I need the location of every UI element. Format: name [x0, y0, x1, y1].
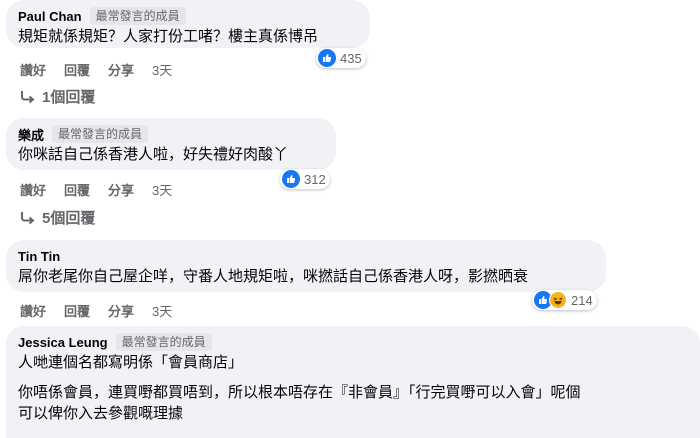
- author-name[interactable]: Paul Chan: [18, 9, 82, 24]
- comment-text: 屌你老尾你自己屋企咩，守番人地規矩啦，咪撚話自己係香港人呀，影撚晒衰: [18, 268, 529, 285]
- like-button[interactable]: 讚好: [20, 180, 46, 199]
- comment-text-line: 人哋連個名都寫明係「會員商店」: [18, 354, 244, 371]
- top-contributor-badge: 最常發言的成員: [115, 333, 212, 351]
- comment-bubble: Paul Chan 最常發言的成員 規矩就係規矩？人家打份工啫？樓主真係博吊: [6, 0, 370, 48]
- reaction-summary[interactable]: 214: [532, 290, 597, 310]
- comment-text-line: 可以俾你入去參觀嘅理據: [18, 405, 184, 422]
- author-name[interactable]: Tin Tin: [18, 249, 60, 264]
- reply-arrow-icon: [21, 90, 35, 103]
- comment-text: 規矩就係規矩？人家打份工啫？樓主真係博吊: [18, 28, 319, 45]
- view-replies-link[interactable]: 5個回覆: [20, 207, 95, 228]
- comment-bubble: 樂成 最常發言的成員 你咪話自己係香港人啦，好失禮好肉酸丫: [6, 118, 336, 170]
- timestamp[interactable]: 3天: [152, 60, 172, 79]
- share-button[interactable]: 分享: [108, 60, 134, 79]
- comment-actions: 讚好 回覆 分享 3天: [20, 180, 190, 199]
- share-button[interactable]: 分享: [108, 180, 134, 199]
- like-reaction-icon: [282, 170, 300, 188]
- reaction-summary[interactable]: 312: [280, 169, 330, 189]
- reply-count: 1個回覆: [42, 89, 96, 106]
- like-reaction-icon: [318, 49, 336, 67]
- top-contributor-badge: 最常發言的成員: [52, 125, 149, 143]
- reply-arrow-icon: [21, 211, 35, 224]
- author-name[interactable]: Jessica Leung: [18, 335, 108, 350]
- comment-text-line: 你唔係會員，連買嘢都買唔到，所以根本唔存在『非會員』「行完買嘢可以入會」呢個: [18, 384, 581, 401]
- reaction-count: 214: [571, 292, 593, 308]
- top-contributor-badge: 最常發言的成員: [89, 7, 186, 25]
- timestamp[interactable]: 3天: [152, 180, 172, 199]
- view-replies-link[interactable]: 1個回覆: [20, 86, 95, 107]
- reaction-summary[interactable]: 435: [316, 48, 366, 68]
- author-name[interactable]: 樂成: [18, 125, 44, 144]
- like-button[interactable]: 讚好: [20, 60, 46, 79]
- comment-bubble: Jessica Leung 最常發言的成員 人哋連個名都寫明係「會員商店」 你唔…: [6, 326, 700, 438]
- haha-reaction-icon: [549, 291, 567, 309]
- like-button[interactable]: 讚好: [20, 301, 46, 320]
- reply-button[interactable]: 回覆: [64, 301, 90, 320]
- reaction-count: 435: [340, 50, 362, 66]
- reply-button[interactable]: 回覆: [64, 60, 90, 79]
- comment-bubble: Tin Tin 屌你老尾你自己屋企咩，守番人地規矩啦，咪撚話自己係香港人呀，影撚…: [6, 240, 606, 292]
- reaction-count: 312: [304, 171, 326, 187]
- share-button[interactable]: 分享: [108, 301, 134, 320]
- reply-button[interactable]: 回覆: [64, 180, 90, 199]
- reply-count: 5個回覆: [42, 210, 96, 227]
- timestamp[interactable]: 3天: [152, 301, 172, 320]
- comment-actions: 讚好 回覆 分享 3天: [20, 60, 190, 79]
- comment-actions: 讚好 回覆 分享 3天: [20, 301, 190, 320]
- comment-text: 你咪話自己係香港人啦，好失禮好肉酸丫: [18, 146, 289, 163]
